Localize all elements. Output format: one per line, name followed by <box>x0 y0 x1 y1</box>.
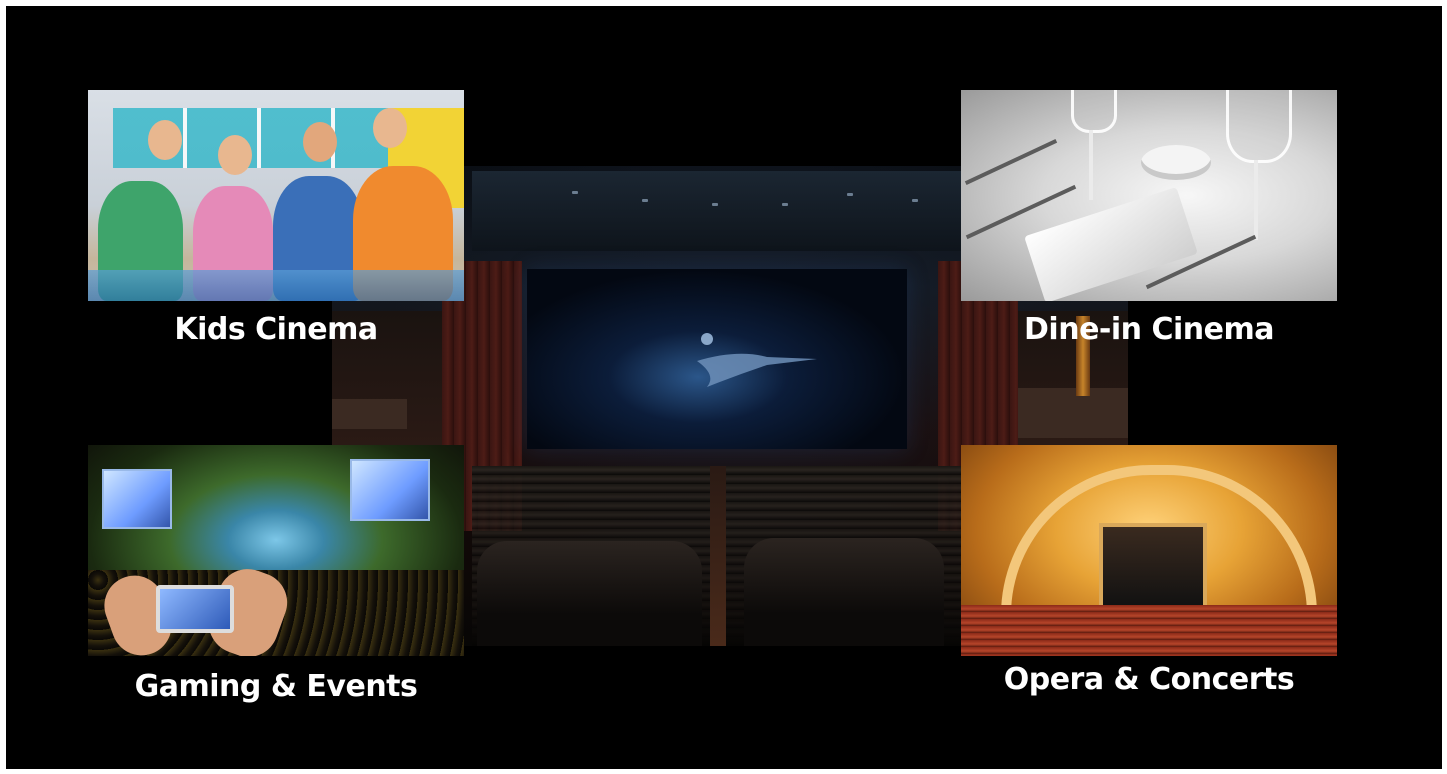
seat-back-left <box>477 541 702 646</box>
theater-aisle <box>710 466 726 646</box>
audience-seats <box>961 605 1337 656</box>
led-screen <box>350 459 430 521</box>
gaming-events-image[interactable] <box>88 445 464 656</box>
dancer-figure <box>697 333 817 387</box>
opera-concerts-caption: Opera & Concerts <box>1003 662 1295 697</box>
wine-glass <box>1071 90 1117 133</box>
phone <box>156 585 234 633</box>
napkin <box>1024 186 1198 301</box>
showcase-frame: Kids Cinema Dine-in Cinema Gaming & Even… <box>6 6 1442 769</box>
cinema-screen <box>527 269 907 449</box>
dine-in-cinema-image[interactable] <box>961 90 1337 301</box>
gaming-events-caption: Gaming & Events <box>134 669 418 704</box>
led-screen <box>102 469 172 529</box>
seat-back-right <box>744 538 944 646</box>
wine-glass <box>1226 90 1292 163</box>
kids-cinema-caption: Kids Cinema <box>174 312 378 347</box>
opera-concerts-image[interactable] <box>961 445 1337 656</box>
stage <box>1099 523 1207 611</box>
theater-ceiling <box>472 171 992 251</box>
dine-in-cinema-caption: Dine-in Cinema <box>1024 312 1274 347</box>
kids-cinema-image[interactable] <box>88 90 464 301</box>
bowl <box>1141 145 1211 180</box>
